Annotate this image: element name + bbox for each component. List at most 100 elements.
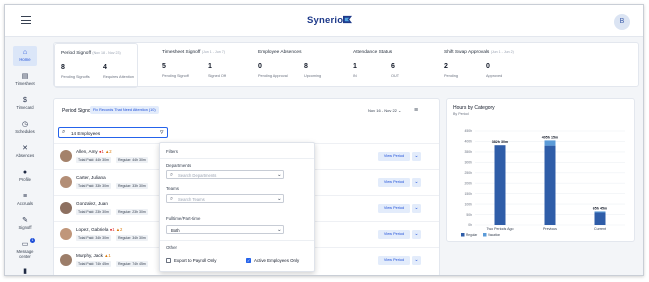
export-payroll-label: Export to Payroll Only — [174, 258, 217, 263]
x-tick-label: Two Periods Ago — [487, 227, 514, 231]
departments-label: Departments — [166, 163, 192, 168]
chevron-down-icon[interactable]: ⌄ — [412, 256, 421, 265]
data-label: 382h 30m — [492, 140, 508, 144]
employee-photo — [60, 150, 72, 162]
sidebar-item-timesheet[interactable]: ▤ Timesheet — [13, 70, 37, 90]
kpi-attendance-status[interactable]: Attendance Status 1 IN 6 OUT — [351, 43, 436, 88]
hamburger-menu-icon[interactable] — [21, 16, 31, 24]
divider — [160, 240, 314, 241]
sidebar-item-profile[interactable]: ● Profile — [13, 166, 37, 186]
kpi-label: Pending Approval — [258, 74, 288, 78]
teams-select[interactable]: ⌕ Search Teams ⌄ — [166, 194, 284, 203]
kpi-value: 8 — [304, 63, 308, 70]
kpi-label: Approved — [486, 74, 503, 78]
kpi-value: 2 — [444, 63, 448, 70]
employee-name: Carter, Juliana — [76, 175, 106, 180]
employee-photo — [60, 254, 72, 266]
legend-label: Vacation — [488, 233, 500, 237]
bar-regular — [594, 212, 606, 225]
divider — [160, 158, 314, 159]
kpi-value: 5 — [162, 63, 166, 70]
kpi-title: Period Signoff — [61, 51, 92, 56]
kpi-period-signoff[interactable]: Period Signoff (Nov 18 - Nov 23) 8 Pendi… — [54, 43, 138, 88]
active-employees-checkbox[interactable]: ✓ — [246, 258, 251, 263]
total-paid-tag: Total Paid: 23h 30m — [76, 209, 111, 215]
chevron-down-icon[interactable]: ⌄ — [412, 204, 421, 213]
regular-tag: Regular: 33h 30m — [116, 183, 148, 189]
view-period-button[interactable]: View Period — [378, 152, 410, 161]
home-icon: ⌂ — [22, 49, 28, 56]
employee-name-line: Allen, Amy ●1 ▲2 — [76, 149, 112, 154]
signoff-icon: ✎ — [22, 217, 28, 224]
filters-popup: Filters Departments ⌕ Search Departments… — [159, 142, 315, 272]
view-period-button[interactable]: View Period — [378, 204, 410, 213]
sidebar-item-documents[interactable]: ▮ — [13, 265, 37, 275]
chevron-down-icon: ⌄ — [277, 226, 282, 233]
sidebar-item-accruals[interactable]: ≡ Accruals — [13, 190, 37, 210]
total-paid-tag: Total Paid: 33h 30m — [76, 183, 111, 189]
departments-select[interactable]: ⌕ Search Departments ⌄ — [166, 170, 284, 179]
employee-search-input[interactable]: ⌕ 14 Employees ▿ — [58, 127, 168, 138]
employee-photo — [60, 202, 72, 214]
y-tick-label: 350h — [464, 150, 472, 154]
sidebar-item-label: Signoff — [18, 225, 32, 230]
sidebar-item-label: Accruals — [16, 201, 34, 206]
search-icon: ⌕ — [170, 195, 174, 202]
fix-records-chip[interactable]: Fix Records That Need Attention (10) — [90, 106, 159, 114]
fulltime-select[interactable]: Both ⌄ — [166, 225, 284, 234]
chevron-down-icon[interactable]: ⌄ — [412, 230, 421, 239]
chevron-down-icon: ⌄ — [398, 108, 402, 113]
sidebar-item-schedules[interactable]: ◷ Schedules — [13, 118, 37, 138]
data-label: 405h 15m — [542, 135, 558, 139]
kpi-title: Shift Swap Approvals — [444, 50, 490, 55]
kpi-range: (Nov 18 - Nov 23) — [92, 51, 121, 55]
y-tick-label: 250h — [464, 171, 472, 175]
warning-count: 2 — [109, 149, 112, 154]
sidebar-item-message-center[interactable]: ▭ Message center 1 — [13, 238, 37, 262]
sidebar-item-label: Timecard — [16, 105, 34, 110]
kpi-shift-swap[interactable]: Shift Swap Approvals (Jun 1 - Jun 2) 2 P… — [442, 43, 562, 88]
y-tick-label: 200h — [464, 181, 472, 185]
sidebar-item-signoff[interactable]: ✎ Signoff — [13, 214, 37, 234]
y-tick-label: 400h — [464, 140, 472, 144]
sidebar-item-label: Profile — [19, 177, 31, 182]
error-count: 1 — [101, 149, 104, 154]
chevron-down-icon[interactable]: ⌄ — [412, 152, 421, 161]
filter-funnel-icon[interactable]: ▿ — [160, 128, 164, 136]
view-period-button[interactable]: View Period — [378, 178, 410, 187]
chevron-down-icon[interactable]: ⌄ — [412, 178, 421, 187]
user-avatar[interactable]: B — [614, 14, 630, 30]
data-label: 65h 45m — [593, 206, 607, 210]
kpi-label: Signed Off — [208, 74, 226, 78]
sidebar-item-label: Schedules — [15, 129, 35, 134]
logo-flag-icon — [343, 15, 352, 24]
kpi-title: Employee Absences — [258, 50, 302, 55]
sidebar-item-absences[interactable]: ✕ Absences — [13, 142, 37, 162]
kpi-timesheet-signoff[interactable]: Timesheet Signoff (Jun 1 - Jun 7) 5 Pend… — [160, 43, 250, 88]
search-icon: ⌕ — [62, 129, 66, 135]
sidebar-item-timecard[interactable]: $ Timecard — [13, 94, 37, 114]
profile-icon: ● — [22, 169, 28, 176]
kpi-employee-absences[interactable]: Employee Absences 0 Pending Approval 8 U… — [256, 43, 346, 88]
sidebar-item-label: Home — [19, 57, 31, 62]
employee-name: Gonzalez, Juan — [76, 201, 108, 206]
y-tick-label: 450h — [464, 129, 472, 133]
date-range-selector[interactable]: Nov 16 - Nov 22 ⌄ — [368, 108, 401, 113]
employee-name-line: Murphy, Jack ▲1 — [76, 253, 111, 258]
top-bar: Synerion B — [5, 5, 643, 37]
view-period-button[interactable]: View Period — [378, 256, 410, 265]
employee-name: Allen, Amy — [76, 149, 98, 154]
accruals-icon: ≡ — [22, 193, 28, 200]
view-period-button[interactable]: View Period — [378, 230, 410, 239]
clock-icon: ◷ — [21, 121, 29, 128]
y-tick-label: 100h — [464, 202, 472, 206]
regular-tag: Regular: 34h 30m — [116, 235, 148, 241]
export-payroll-checkbox[interactable] — [166, 258, 171, 263]
kpi-label: OUT — [391, 74, 400, 78]
hours-by-category-card: Hours by Category By Period 0h 50h 100h 150… — [446, 98, 635, 242]
legend-swatch — [483, 233, 487, 237]
bar-regular — [544, 145, 556, 225]
sidebar-item-home[interactable]: ⌂ Home — [13, 46, 37, 66]
filter-lines-icon[interactable]: ≡ — [414, 107, 418, 114]
document-icon: ▮ — [23, 268, 27, 275]
